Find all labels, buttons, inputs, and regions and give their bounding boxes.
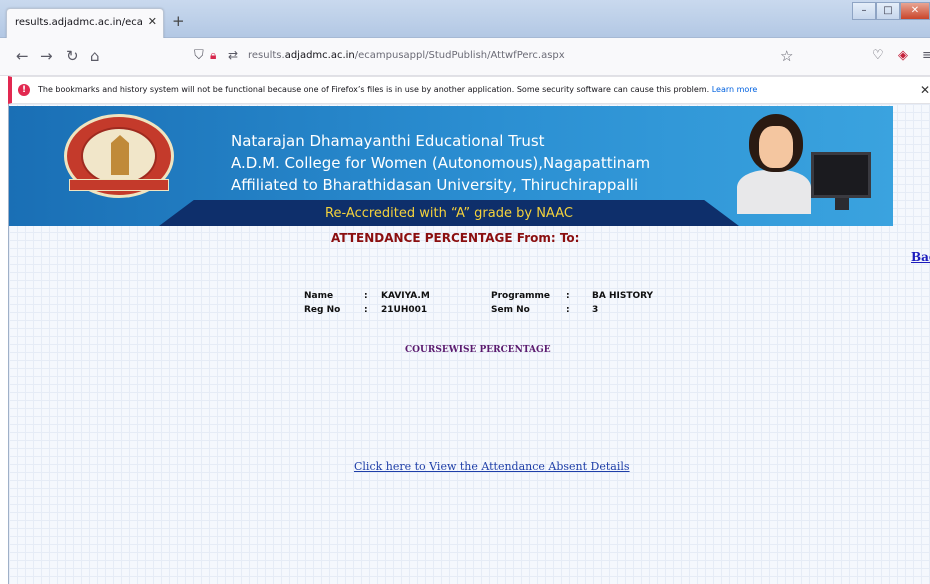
accreditation-strip: Re-Accredited with “A” grade by NAAC	[159, 200, 739, 226]
name-value: KAVIYA.M	[381, 291, 430, 301]
person-face	[759, 126, 793, 168]
notification-message: The bookmarks and history system will no…	[38, 85, 710, 94]
semno-colon: :	[566, 305, 570, 315]
pocket-icon[interactable]: ♡	[872, 48, 884, 64]
page-content: Natarajan Dhamayanthi Educational Trust …	[8, 104, 930, 584]
page-title: ATTENDANCE PERCENTAGE From: To:	[331, 231, 580, 245]
new-tab-button[interactable]: +	[172, 12, 185, 30]
url-path: /ecampusappl/StudPublish/AttwfPerc.aspx	[354, 50, 565, 61]
permissions-icon[interactable]: ⇄	[228, 48, 238, 62]
reload-icon[interactable]: ↻	[66, 48, 79, 64]
programme-label: Programme	[491, 291, 551, 301]
navigation-toolbar: ← → ↻ ⌂ ⛉ 🔒︎ ⇄ results.adjadmc.ac.in/eca…	[0, 38, 930, 76]
learn-more-link[interactable]: Learn more	[712, 85, 758, 94]
notification-close-icon[interactable]: ✕	[920, 83, 930, 97]
notification-bar: ! The bookmarks and history system will …	[8, 76, 930, 104]
programme-value: BA HISTORY	[592, 291, 654, 301]
lock-icon[interactable]: 🔒︎	[210, 48, 216, 63]
maximize-button[interactable]: □	[876, 2, 900, 20]
semno-label: Sem No	[491, 305, 530, 315]
programme-colon: :	[566, 291, 570, 301]
logo-ribbon	[69, 179, 169, 191]
extension-icon[interactable]: ◈	[898, 48, 908, 64]
accreditation-text: Re-Accredited with “A” grade by NAAC	[325, 206, 573, 221]
bookmark-star-icon[interactable]: ☆	[780, 47, 793, 65]
monitor-stand	[835, 198, 849, 210]
back-icon[interactable]: ←	[16, 48, 29, 64]
forward-icon[interactable]: →	[40, 48, 53, 64]
browser-tab[interactable]: results.adjadmc.ac.in/ecampusappl ✕	[6, 8, 164, 38]
browser-titlebar: results.adjadmc.ac.in/ecampusappl ✕ + – …	[0, 0, 930, 38]
name-label: Name	[304, 291, 334, 301]
url-text[interactable]: results.adjadmc.ac.in/ecampusappl/StudPu…	[248, 50, 565, 61]
tab-close-icon[interactable]: ✕	[148, 15, 157, 28]
notification-text: The bookmarks and history system will no…	[38, 85, 757, 94]
shield-icon[interactable]: ⛉	[194, 48, 204, 63]
person-body	[737, 170, 811, 214]
window-controls: – □ ✕	[852, 2, 930, 20]
menu-icon[interactable]: ≡	[922, 48, 930, 64]
error-icon: !	[18, 84, 30, 96]
home-icon[interactable]: ⌂	[90, 48, 100, 64]
url-domain: adjadmc.ac.in	[284, 50, 355, 61]
logo-emblem	[81, 127, 157, 185]
name-colon: :	[364, 291, 368, 301]
back-link[interactable]: Back	[911, 250, 930, 264]
regno-value: 21UH001	[381, 305, 428, 315]
regno-label: Reg No	[304, 305, 341, 315]
affiliation: Affiliated to Bharathidasan University, …	[231, 176, 639, 194]
banner-illustration	[731, 114, 881, 214]
address-bar[interactable]: ⛉ 🔒︎ ⇄ results.adjadmc.ac.in/ecampusappl…	[178, 44, 814, 70]
url-prefix: results.	[248, 50, 285, 61]
trust-name: Natarajan Dhamayanthi Educational Trust	[231, 132, 545, 150]
coursewise-heading: COURSEWISE PERCENTAGE	[405, 345, 551, 355]
temple-icon	[111, 135, 129, 175]
window-close-button[interactable]: ✕	[900, 2, 930, 20]
semno-value: 3	[592, 305, 599, 315]
minimize-button[interactable]: –	[852, 2, 876, 20]
absent-details-link[interactable]: Click here to View the Attendance Absent…	[354, 460, 630, 473]
monitor-icon	[811, 152, 871, 198]
college-logo	[64, 114, 174, 198]
regno-colon: :	[364, 305, 368, 315]
college-banner: Natarajan Dhamayanthi Educational Trust …	[9, 106, 893, 226]
college-name: A.D.M. College for Women (Autonomous),Na…	[231, 154, 651, 172]
tab-title: results.adjadmc.ac.in/ecampusappl	[15, 17, 143, 28]
